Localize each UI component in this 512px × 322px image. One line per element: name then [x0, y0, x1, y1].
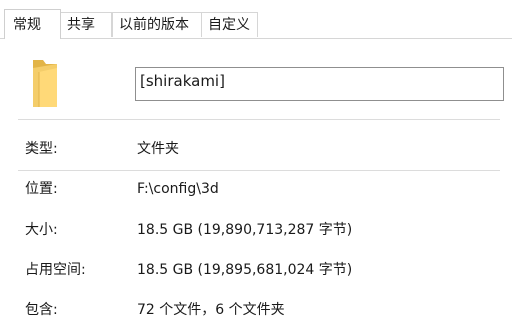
- tab-sharing[interactable]: 共享: [60, 12, 112, 37]
- size-label: 大小:: [25, 222, 58, 238]
- tab-customize[interactable]: 自定义: [201, 12, 258, 37]
- tab-strip: 常规 共享 以前的版本 自定义: [0, 0, 512, 39]
- tab-previous-versions[interactable]: 以前的版本: [112, 12, 202, 37]
- type-value: 文件夹: [137, 141, 179, 157]
- divider: [18, 170, 500, 171]
- divider: [18, 119, 500, 120]
- folder-name-input[interactable]: [135, 67, 504, 101]
- folder-icon: [33, 60, 57, 107]
- location-value[interactable]: F:\config\3d: [137, 180, 219, 198]
- size-value: 18.5 GB (19,890,713,287 字节): [137, 222, 353, 238]
- disk-size-value: 18.5 GB (19,895,681,024 字节): [137, 262, 353, 278]
- tab-general[interactable]: 常规: [4, 9, 61, 39]
- disk-size-label: 占用空间:: [25, 262, 86, 278]
- contains-label: 包含:: [25, 302, 58, 318]
- location-label: 位置:: [25, 181, 58, 197]
- contains-value: 72 个文件，6 个文件夹: [137, 302, 285, 318]
- type-label: 类型:: [25, 141, 58, 157]
